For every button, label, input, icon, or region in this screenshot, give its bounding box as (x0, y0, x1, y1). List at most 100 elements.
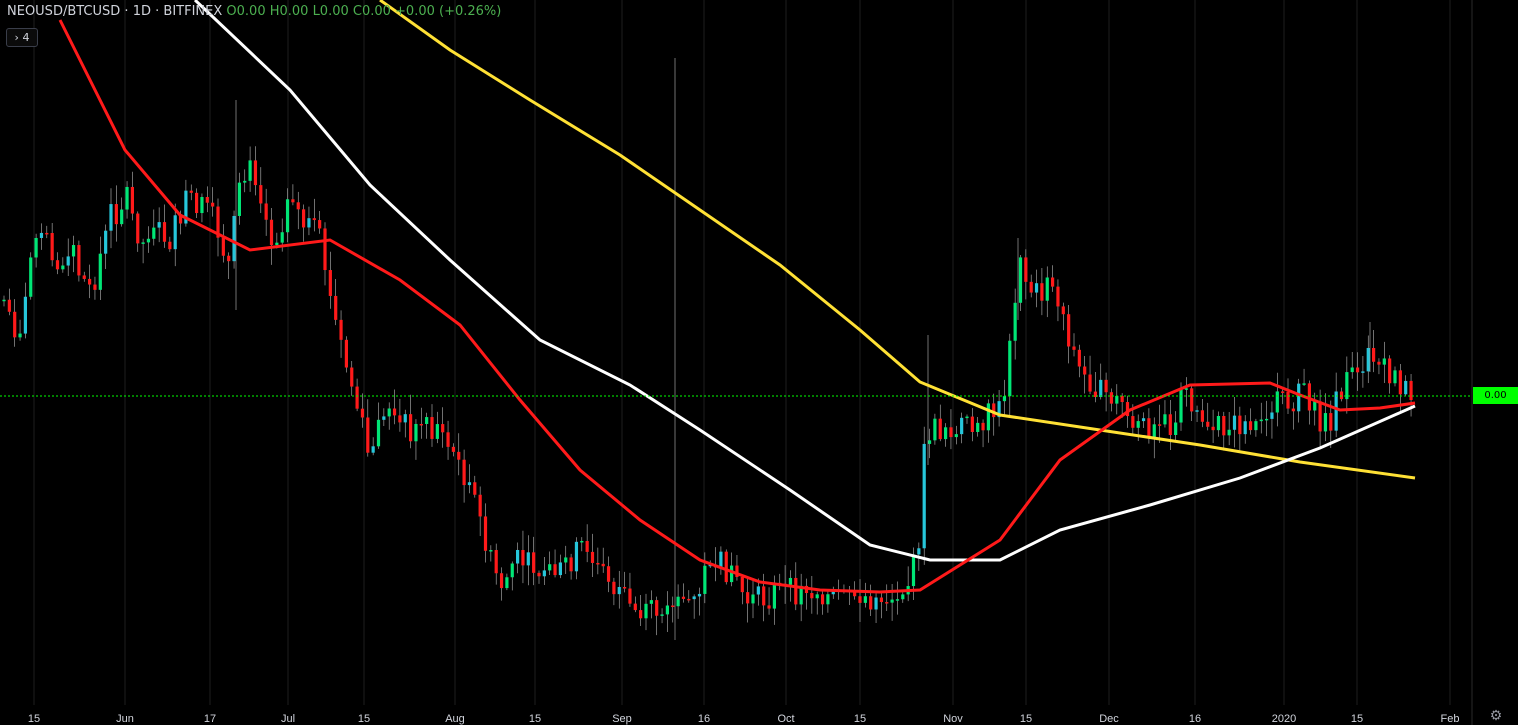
candle-body (697, 593, 702, 597)
candle-body (606, 566, 611, 582)
price-chart[interactable]: 15 Jun 17 Jul 15 Aug 15 Sep 16 Oct 15 Nov 15 Dec 16 202… (0, 0, 1518, 725)
candle-body (1227, 429, 1231, 436)
candle-body (232, 215, 236, 262)
candle-body (671, 605, 675, 608)
candle-body (719, 551, 723, 568)
candle-body (371, 446, 375, 453)
candle-body (1109, 392, 1114, 404)
x-axis-label: Aug (445, 713, 465, 725)
candle-body (1077, 349, 1081, 367)
candle-body (1120, 395, 1124, 403)
candle-body (1002, 396, 1007, 402)
candle-body (1024, 257, 1028, 282)
candle-body (29, 257, 33, 297)
candle-body (71, 245, 76, 257)
interval-label[interactable]: 1D (133, 4, 151, 19)
candle-body (435, 424, 439, 439)
candle-body (623, 586, 627, 589)
candle-body (895, 599, 900, 601)
candle-body (120, 209, 124, 225)
candle-body (82, 275, 86, 279)
candle-body (414, 423, 418, 442)
candle-body (564, 557, 568, 563)
candle-body (1115, 395, 1119, 404)
candle-body (1056, 286, 1060, 307)
candle-body (1168, 414, 1172, 435)
candle-body (1200, 410, 1204, 422)
x-axis-label: Dec (1099, 713, 1119, 725)
x-axis-label: 15 (529, 713, 541, 725)
x-axis-label: Feb (1441, 713, 1460, 725)
ma-mid-line (193, 0, 1416, 562)
candle-body (740, 576, 744, 593)
candle-body (911, 554, 916, 587)
candle-body (532, 552, 536, 573)
candle-body (168, 241, 172, 250)
candle-body (34, 237, 38, 258)
indicator-legend-toggle[interactable]: › 4 (6, 28, 38, 47)
candle-body (917, 548, 921, 555)
candle-body (1355, 367, 1360, 373)
candle-body (253, 160, 258, 186)
candle-body (1361, 371, 1365, 373)
candle-body (205, 197, 209, 203)
candle-body (938, 418, 942, 440)
candle-body (483, 516, 488, 551)
candle-body (853, 592, 857, 597)
candle-body (382, 416, 386, 420)
candle-body (505, 577, 509, 589)
candle-body (269, 219, 274, 246)
candle-body (815, 594, 819, 599)
candle-body (77, 245, 81, 276)
symbol-name[interactable]: NEOUSD/BTCUSD (7, 4, 120, 19)
candle-body (350, 367, 354, 387)
candle-body (312, 218, 316, 221)
candle-body (1216, 416, 1221, 431)
candle-body (1238, 415, 1242, 435)
candle-body (772, 582, 776, 609)
x-axis-label: Jul (281, 713, 295, 725)
candle-body (23, 296, 27, 334)
candle-body (1318, 401, 1322, 432)
candle-body (259, 185, 263, 204)
candle-body (467, 482, 472, 486)
candle-body (162, 222, 167, 242)
candle-body (392, 408, 397, 416)
candle-body (820, 594, 825, 605)
candle-body (1195, 410, 1199, 412)
candle-body (1179, 388, 1183, 423)
candle-body (676, 596, 680, 607)
candle-body (558, 562, 562, 576)
candle-body (901, 594, 905, 600)
candle-body (986, 403, 990, 431)
candle-body (1393, 370, 1397, 384)
candle-body (136, 213, 140, 244)
candle-body (344, 339, 348, 368)
candle-body (1158, 424, 1162, 426)
gear-icon[interactable]: ⚙ (1488, 707, 1504, 723)
candle-body (1339, 391, 1344, 400)
symbol-header: NEOUSD/BTCUSD · 1D · BITFINEX O0.00 H0.0… (7, 4, 501, 19)
candle-body (869, 596, 873, 610)
x-axis-label: 16 (698, 713, 710, 725)
candle-body (596, 562, 600, 565)
candle-body (1034, 283, 1039, 293)
candle-body (601, 563, 605, 567)
candle-body (826, 594, 830, 605)
candle-body (7, 299, 11, 312)
candle-body (130, 186, 134, 214)
candle-body (590, 551, 595, 563)
candle-body (462, 459, 466, 486)
candle-body (580, 540, 584, 543)
candle-body (1104, 379, 1108, 393)
x-axis-label: Jun (116, 713, 134, 725)
candle-body (1302, 383, 1306, 385)
candle-body (612, 581, 616, 595)
current-price-tag: 0.00 (1473, 387, 1518, 404)
candle-body (751, 594, 755, 604)
candle-body (1248, 421, 1253, 431)
candle-body (965, 416, 969, 419)
candle-body (457, 451, 461, 460)
candle-body (574, 541, 579, 572)
candle-body (355, 386, 359, 409)
